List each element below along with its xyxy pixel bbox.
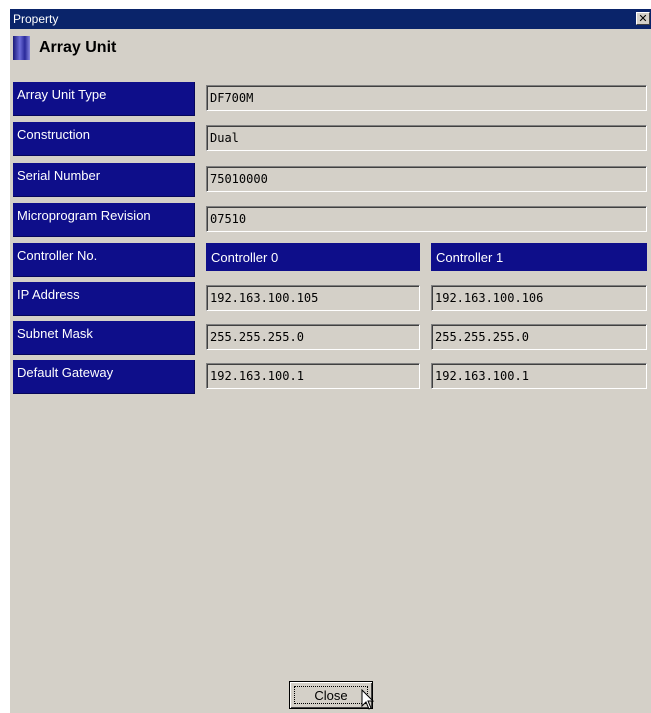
title-bar[interactable]: Property ✕ [10,9,651,29]
label-controller-no: Controller No. [13,243,195,277]
section-title: Array Unit [39,39,117,56]
label-serial-number: Serial Number [13,163,195,197]
subnet-mask-controller-1: 255.255.255.0 [431,324,647,350]
label-default-gateway: Default Gateway [13,360,195,394]
default-gateway-controller-0: 192.163.100.1 [206,363,420,389]
construction-field: Dual [206,125,647,151]
controller-1-header: Controller 1 [431,243,647,271]
close-icon[interactable]: ✕ [636,12,650,25]
label-microprogram-revision: Microprogram Revision [13,203,195,237]
microprogram-revision-field: 07510 [206,206,647,232]
serial-number-field: 75010000 [206,166,647,192]
default-gateway-controller-1: 192.163.100.1 [431,363,647,389]
property-dialog: Property ✕ Array Unit Array Unit Type DF… [9,8,651,713]
subnet-mask-controller-0: 255.255.255.0 [206,324,420,350]
ip-address-controller-1: 192.163.100.106 [431,285,647,311]
label-construction: Construction [13,122,195,156]
controller-0-header: Controller 0 [206,243,420,271]
label-ip-address: IP Address [13,282,195,316]
window-title: Property [13,12,59,26]
array-unit-icon [13,36,30,60]
mouse-pointer-icon [361,689,375,710]
label-subnet-mask: Subnet Mask [13,321,195,355]
label-array-unit-type: Array Unit Type [13,82,195,116]
ip-address-controller-0: 192.163.100.105 [206,285,420,311]
array-unit-type-field: DF700M [206,85,647,111]
close-button-label: Close [294,686,368,704]
